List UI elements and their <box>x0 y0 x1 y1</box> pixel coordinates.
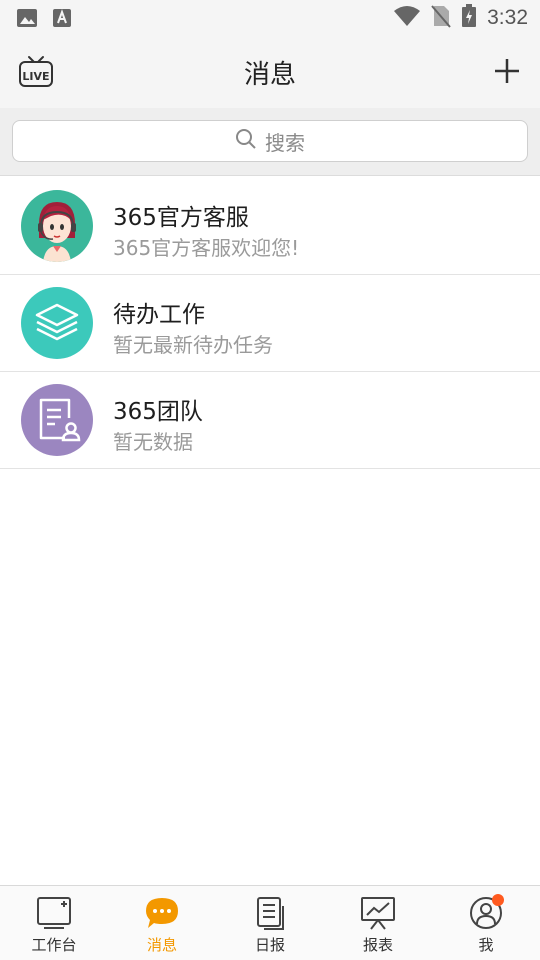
daily-report-icon <box>252 896 288 930</box>
conversation-preview: 暂无最新待办任务 <box>113 333 273 357</box>
bottom-tab-bar: 工作台 消息 日报 报表 我 <box>0 885 540 960</box>
text-a-icon <box>52 8 72 32</box>
conversation-name: 365团队 <box>113 399 203 425</box>
customer-service-avatar <box>21 190 93 262</box>
layers-icon <box>21 287 93 359</box>
list-item[interactable]: 待办工作 暂无最新待办任务 <box>0 275 540 372</box>
chart-report-icon <box>360 896 396 930</box>
workbench-icon <box>36 896 72 930</box>
tab-daily-report[interactable]: 日报 <box>216 886 324 960</box>
tab-label: 工作台 <box>31 936 77 954</box>
search-bar: 搜索 <box>0 108 540 176</box>
tab-label: 消息 <box>146 936 177 954</box>
chat-bubble-icon <box>144 896 180 930</box>
app-bar: LIVE 消息 <box>0 36 540 108</box>
tab-me[interactable]: 我 <box>432 886 540 960</box>
conversation-list: 365官方客服 365官方客服欢迎您! 待办工作 暂无最新待办任务 365团队 <box>0 178 540 469</box>
search-icon <box>235 128 257 154</box>
image-icon <box>16 8 38 32</box>
team-document-icon <box>21 384 93 456</box>
tab-messages[interactable]: 消息 <box>108 886 216 960</box>
search-placeholder: 搜索 <box>265 130 305 155</box>
tab-workbench[interactable]: 工作台 <box>0 886 108 960</box>
status-bar: 3:32 <box>0 0 540 36</box>
search-input[interactable]: 搜索 <box>12 120 528 162</box>
wifi-icon <box>393 5 421 31</box>
plus-icon[interactable] <box>492 56 522 86</box>
notification-badge <box>492 894 504 906</box>
conversation-name: 365官方客服 <box>113 205 249 231</box>
battery-charging-icon <box>461 4 477 32</box>
no-sim-icon <box>431 4 451 32</box>
conversation-preview: 暂无数据 <box>113 430 193 454</box>
conversation-preview: 365官方客服欢迎您! <box>113 236 300 260</box>
clock-time: 3:32 <box>487 6 528 29</box>
tab-label: 报表 <box>362 936 393 954</box>
tab-reports[interactable]: 报表 <box>324 886 432 960</box>
tab-label: 日报 <box>254 936 285 954</box>
list-item[interactable]: 365官方客服 365官方客服欢迎您! <box>0 178 540 275</box>
list-item[interactable]: 365团队 暂无数据 <box>0 372 540 469</box>
conversation-name: 待办工作 <box>113 302 205 328</box>
page-title: 消息 <box>243 60 296 90</box>
tab-label: 我 <box>478 936 494 954</box>
